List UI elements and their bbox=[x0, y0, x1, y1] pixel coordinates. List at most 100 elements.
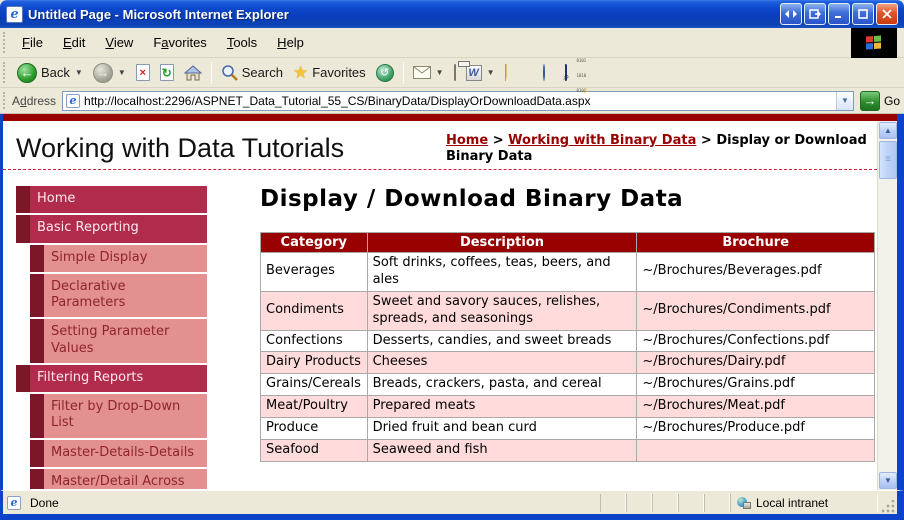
table-row-condiments: CondimentsSweet and savory sauces, relis… bbox=[261, 291, 875, 330]
toolbar-grip[interactable] bbox=[3, 92, 8, 110]
page-top-band bbox=[0, 114, 904, 121]
status-pane bbox=[652, 494, 678, 512]
forward-button[interactable]: →▼ bbox=[88, 61, 131, 85]
sidebar-item-marker bbox=[30, 440, 44, 467]
scroll-down-button[interactable]: ▼ bbox=[879, 472, 897, 489]
address-bar: Address e ▼ → Go bbox=[0, 88, 904, 114]
favorites-icon: ★ bbox=[293, 63, 308, 83]
sidebar-item-filtering-reports[interactable]: Filtering Reports bbox=[16, 365, 207, 392]
table-row-confections: ConfectionsDesserts, candies, and sweet … bbox=[261, 330, 875, 352]
toolbar-button-label: Search bbox=[242, 65, 283, 80]
resize-grip[interactable] bbox=[882, 500, 896, 514]
sidebar-item-marker bbox=[30, 469, 44, 489]
sidebar-item-marker bbox=[30, 319, 44, 363]
sidebar-item-basic-reporting[interactable]: Basic Reporting bbox=[16, 215, 207, 242]
sidebar-menu: HomeBasic Reporting Simple DisplayDeclara… bbox=[16, 186, 207, 489]
maximize-button[interactable] bbox=[852, 3, 874, 25]
notes-icon bbox=[505, 65, 507, 80]
sidebar-item-setting-parameter-values[interactable]: Setting Parameter Values bbox=[30, 319, 207, 363]
sidebar-item-label: Filter by Drop-Down List bbox=[44, 394, 207, 438]
history-button[interactable]: ↺ bbox=[371, 62, 399, 84]
notes-button[interactable] bbox=[500, 63, 512, 82]
sidebar-item-filter-by-drop-down-list[interactable]: Filter by Drop-Down List bbox=[30, 394, 207, 438]
menu-help[interactable]: Help bbox=[267, 31, 314, 54]
print-button[interactable] bbox=[449, 63, 461, 82]
menu-edit[interactable]: Edit bbox=[53, 31, 95, 54]
menu-tools[interactable]: Tools bbox=[217, 31, 267, 54]
status-pane bbox=[704, 494, 730, 512]
window-controls bbox=[780, 3, 898, 25]
sidebar-item-label: Setting Parameter Values bbox=[44, 319, 207, 363]
table-row-beverages: BeveragesSoft drinks, coffees, teas, bee… bbox=[261, 253, 875, 292]
description-cell: Sweet and savory sauces, relishes, sprea… bbox=[367, 291, 637, 330]
description-cell: Soft drinks, coffees, teas, beers, and a… bbox=[367, 253, 637, 292]
description-cell: Cheeses bbox=[367, 352, 637, 374]
toolbar-grip[interactable] bbox=[3, 62, 8, 82]
breadcrumb-home[interactable]: Home bbox=[446, 133, 488, 148]
sidebar-item-master-detail-across-two-pages[interactable]: Master/Detail Across Two Pages bbox=[30, 469, 207, 489]
category-cell: Condiments bbox=[261, 291, 368, 330]
sidebar-item-master-details-details[interactable]: Master-Details-Details bbox=[30, 440, 207, 467]
categories-table: CategoryDescriptionBrochure BeveragesSof… bbox=[260, 232, 875, 462]
description-cell: Desserts, candies, and sweet breads bbox=[367, 330, 637, 352]
sidebar-item-label: Filtering Reports bbox=[30, 365, 207, 392]
mail-button[interactable]: ▼ bbox=[408, 64, 449, 81]
menu-file[interactable]: File bbox=[12, 31, 53, 54]
main-content: Display / Download Binary Data CategoryD… bbox=[260, 170, 875, 489]
address-dropdown-button[interactable]: ▼ bbox=[836, 92, 853, 110]
vertical-scrollbar[interactable]: ▲ ▼ bbox=[877, 121, 897, 490]
ie-logo-icon: e bbox=[6, 6, 23, 23]
favorites-button[interactable]: ★ Favorites bbox=[288, 61, 371, 85]
breadcrumb-working-with-binary-data[interactable]: Working with Binary Data bbox=[508, 133, 696, 148]
chevron-down-icon: ▼ bbox=[118, 68, 126, 77]
address-label: Address bbox=[12, 94, 56, 108]
sidebar-item-marker bbox=[16, 365, 30, 392]
category-cell: Meat/Poultry bbox=[261, 396, 368, 418]
address-input[interactable] bbox=[84, 93, 836, 109]
go-button[interactable]: → Go bbox=[860, 91, 900, 111]
sidebar-item-simple-display[interactable]: Simple Display bbox=[30, 245, 207, 272]
scroll-up-button[interactable]: ▲ bbox=[879, 122, 897, 139]
category-cell: Dairy Products bbox=[261, 352, 368, 374]
toolbar-button-label: Favorites bbox=[312, 65, 365, 80]
sidebar-item-label: Master/Detail Across Two Pages bbox=[44, 469, 207, 489]
go-arrow-icon: → bbox=[860, 91, 880, 111]
refresh-icon: ↻ bbox=[160, 64, 174, 81]
back-button[interactable]: ←Back▼ bbox=[12, 61, 88, 85]
detach-window-button[interactable] bbox=[804, 3, 826, 25]
status-bar: e Done Local intranet bbox=[0, 490, 904, 514]
stop-button[interactable]: × bbox=[131, 62, 155, 83]
print-icon bbox=[454, 65, 456, 80]
sidebar-item-declarative-parameters[interactable]: Declarative Parameters bbox=[30, 274, 207, 318]
minimize-button[interactable] bbox=[828, 3, 850, 25]
table-row-seafood: SeafoodSeaweed and fish bbox=[261, 440, 875, 462]
research-button[interactable] bbox=[560, 63, 572, 82]
column-header-description: Description bbox=[367, 233, 637, 253]
brochure-cell: ~/Brochures/Dairy.pdf bbox=[637, 352, 875, 374]
column-header-brochure: Brochure bbox=[637, 233, 875, 253]
sidebar-item-marker bbox=[30, 245, 44, 272]
fox-button[interactable] bbox=[550, 71, 560, 75]
category-cell: Beverages bbox=[261, 253, 368, 292]
history-icon: ↺ bbox=[376, 64, 394, 82]
home-icon bbox=[184, 65, 202, 81]
search-button[interactable]: Search bbox=[216, 62, 288, 83]
menu-view[interactable]: View bbox=[95, 31, 143, 54]
close-button[interactable] bbox=[876, 3, 898, 25]
title-bar: e Untitled Page - Microsoft Internet Exp… bbox=[0, 0, 904, 28]
chevron-down-icon: ▼ bbox=[75, 68, 83, 77]
mail-icon bbox=[413, 66, 431, 79]
browser-window: e Untitled Page - Microsoft Internet Exp… bbox=[0, 0, 904, 520]
page-header: Working with Data Tutorials Home > Worki… bbox=[3, 121, 877, 170]
status-pane bbox=[600, 494, 626, 512]
messenger-button[interactable] bbox=[538, 63, 550, 82]
scrollbar-thumb[interactable] bbox=[879, 141, 897, 179]
sidebar-item-marker bbox=[30, 274, 44, 318]
resize-horizontal-button[interactable] bbox=[780, 3, 802, 25]
refresh-button[interactable]: ↻ bbox=[155, 62, 179, 83]
sidebar-item-home[interactable]: Home bbox=[16, 186, 207, 213]
toolbar-grip[interactable] bbox=[3, 32, 8, 52]
menu-favorites[interactable]: Favorites bbox=[143, 31, 216, 54]
home-button[interactable] bbox=[179, 63, 207, 83]
address-field: e ▼ bbox=[62, 91, 854, 111]
